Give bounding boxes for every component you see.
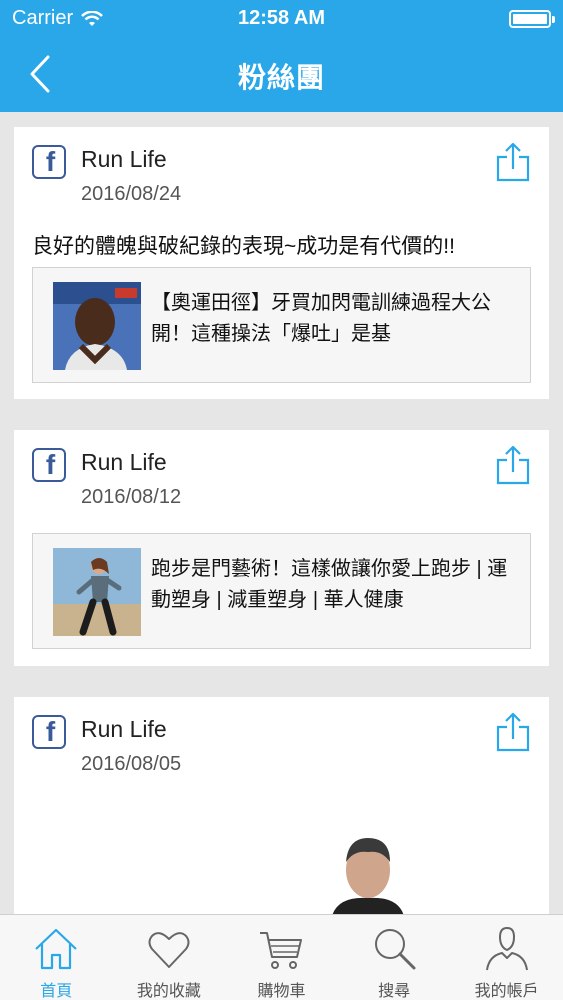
link-thumbnail xyxy=(53,548,141,636)
home-icon xyxy=(35,928,78,970)
link-title: 跑步是門藝術！這樣做讓你愛上跑步 | 運動塑身 | 減重塑身 | 華人健康 xyxy=(151,558,508,611)
tab-label: 首頁 xyxy=(40,983,73,1000)
post-text: 良好的體魄與破紀錄的表現~成功是有代價的!! xyxy=(32,235,455,258)
post-image xyxy=(332,838,404,914)
page-title: 粉絲團 xyxy=(237,62,325,93)
post-date: 2016/08/05 xyxy=(81,753,182,775)
post-date: 2016/08/24 xyxy=(81,183,182,205)
heart-icon xyxy=(148,932,190,968)
battery-icon xyxy=(509,10,555,28)
tab-account[interactable]: 我的帳戶 xyxy=(450,915,563,1000)
share-icon[interactable] xyxy=(495,444,531,486)
status-bar: Carrier 12:58 AM xyxy=(0,0,563,36)
nav-bar: 粉絲團 xyxy=(0,36,563,112)
app-header: Carrier 12:58 AM 粉絲團 xyxy=(0,0,563,112)
link-preview[interactable]: 跑步是門藝術！這樣做讓你愛上跑步 | 運動塑身 | 減重塑身 | 華人健康 xyxy=(32,533,531,649)
share-icon[interactable] xyxy=(495,141,531,183)
post-card: f Run Life 2016/08/24 良好的體魄與破紀錄的表現~成功是有代… xyxy=(14,127,549,399)
post-date: 2016/08/12 xyxy=(81,486,182,508)
tab-search[interactable]: 搜尋 xyxy=(338,915,451,1000)
tab-home[interactable]: 首頁 xyxy=(0,915,113,1000)
tab-bar: 首頁 我的收藏 購物車 搜尋 我的帳戶 xyxy=(0,914,563,1000)
facebook-icon: f xyxy=(32,448,66,482)
post-author: Run Life xyxy=(81,146,167,172)
tab-label: 我的帳戶 xyxy=(474,983,539,1000)
search-icon xyxy=(375,929,416,970)
tab-label: 搜尋 xyxy=(378,983,411,1000)
post-author: Run Life xyxy=(81,449,167,475)
post-feed[interactable]: f Run Life 2016/08/24 良好的體魄與破紀錄的表現~成功是有代… xyxy=(0,112,563,914)
user-icon xyxy=(485,926,528,971)
status-time: 12:58 AM xyxy=(237,7,326,29)
share-icon[interactable] xyxy=(495,711,531,753)
post-card: f Run Life 2016/08/12 跑步是門藝術！這樣做讓你愛上跑步 |… xyxy=(14,430,549,666)
cart-icon xyxy=(260,932,303,969)
link-thumbnail xyxy=(53,282,141,370)
tab-label: 我的收藏 xyxy=(136,983,201,1000)
facebook-icon: f xyxy=(32,145,66,179)
facebook-icon: f xyxy=(32,715,66,749)
post-author: Run Life xyxy=(81,716,167,742)
link-preview[interactable]: 【奧運田徑】牙買加閃電訓練過程大公開！這種操法「爆吐」是基 xyxy=(32,267,531,383)
post-card: f Run Life 2016/08/05 xyxy=(14,697,549,914)
tab-label: 購物車 xyxy=(257,983,306,1000)
tab-favorites[interactable]: 我的收藏 xyxy=(113,915,226,1000)
tab-cart[interactable]: 購物車 xyxy=(225,915,338,1000)
link-title: 【奧運田徑】牙買加閃電訓練過程大公開！這種操法「爆吐」是基 xyxy=(151,292,491,345)
